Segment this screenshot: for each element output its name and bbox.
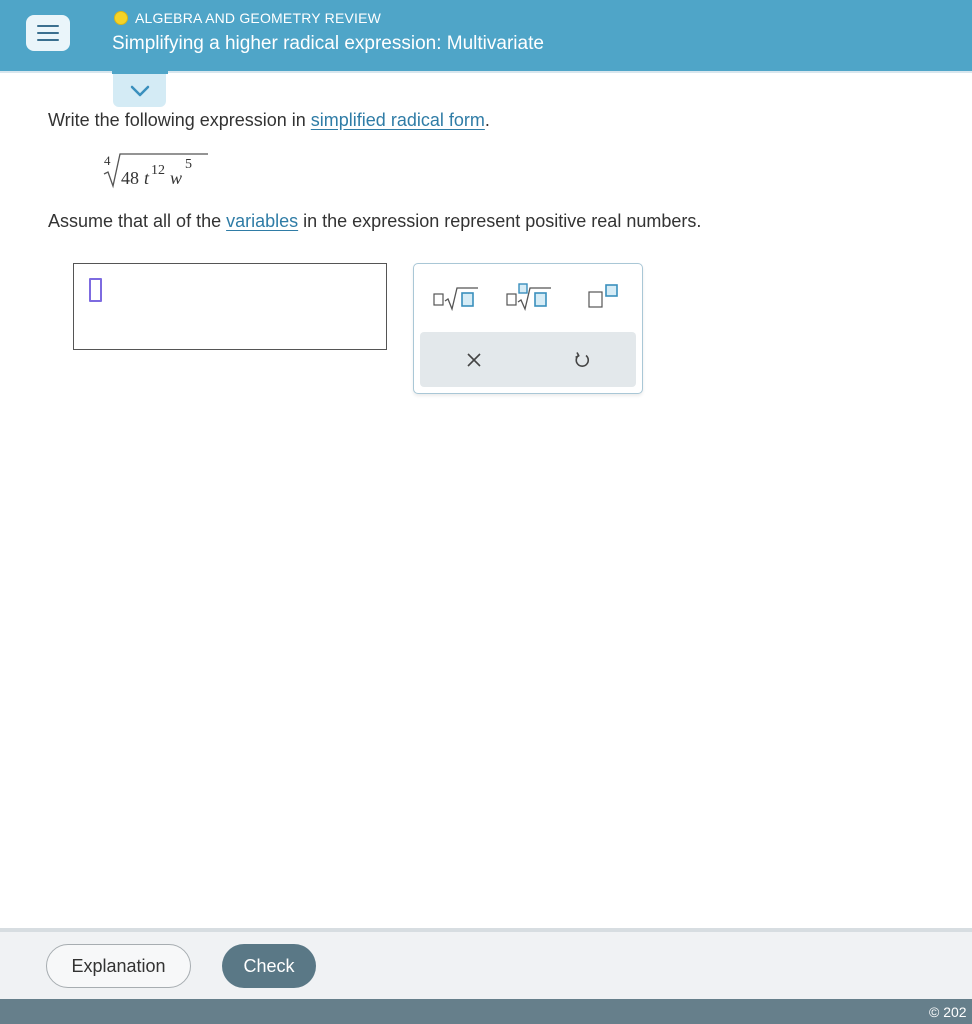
exponent-template-icon[interactable] bbox=[586, 282, 626, 312]
square-root-template-icon[interactable] bbox=[432, 284, 480, 312]
progress-dot-icon bbox=[114, 11, 128, 25]
instruction-prefix: Write the following expression in bbox=[48, 110, 311, 130]
radical-expression: 4 48 t 12 w 5 bbox=[103, 153, 208, 189]
radicand-var1: t bbox=[144, 168, 150, 188]
instruction-text: Write the following expression in simpli… bbox=[48, 110, 490, 131]
hamburger-icon bbox=[37, 39, 59, 41]
radicand-exp2: 5 bbox=[185, 157, 192, 172]
topic-label: ALGEBRA AND GEOMETRY REVIEW bbox=[135, 10, 382, 26]
chevron-down-icon bbox=[130, 85, 149, 96]
radicand-coefficient: 48 bbox=[121, 168, 139, 188]
menu-button[interactable] bbox=[26, 15, 70, 51]
assume-prefix: Assume that all of the bbox=[48, 211, 227, 231]
clear-button[interactable] bbox=[420, 332, 528, 387]
close-icon bbox=[467, 352, 481, 367]
explanation-button[interactable]: Explanation bbox=[46, 944, 191, 988]
page-title: Simplifying a higher radical expression:… bbox=[112, 33, 544, 54]
instruction-suffix: . bbox=[484, 110, 490, 130]
collapse-button[interactable] bbox=[113, 74, 166, 107]
topic-row: ALGEBRA AND GEOMETRY REVIEW bbox=[114, 10, 381, 26]
nth-root-template-icon[interactable] bbox=[505, 282, 553, 312]
answer-input[interactable] bbox=[73, 263, 387, 350]
radical-index: 4 bbox=[104, 153, 111, 168]
simplified-radical-form-link[interactable]: simplified radical form bbox=[311, 110, 485, 130]
radicand-var2: w bbox=[170, 168, 182, 188]
assume-suffix: in the expression represent positive rea… bbox=[298, 211, 702, 231]
copyright-text: © 202 bbox=[929, 1004, 967, 1020]
radicand-exp1: 12 bbox=[151, 163, 165, 178]
input-placeholder-box bbox=[89, 278, 102, 302]
top-header: ALGEBRA AND GEOMETRY REVIEW Simplifying … bbox=[0, 0, 972, 71]
math-palette bbox=[413, 263, 643, 394]
palette-actions bbox=[420, 332, 636, 387]
undo-icon bbox=[575, 351, 590, 367]
undo-button[interactable] bbox=[528, 332, 636, 387]
hamburger-icon bbox=[37, 25, 59, 27]
hamburger-icon bbox=[37, 32, 59, 34]
assumption-text: Assume that all of the variables in the … bbox=[48, 211, 701, 232]
check-button[interactable]: Check bbox=[222, 944, 316, 988]
bottom-bar bbox=[0, 999, 972, 1024]
variables-link[interactable]: variables bbox=[226, 211, 298, 231]
